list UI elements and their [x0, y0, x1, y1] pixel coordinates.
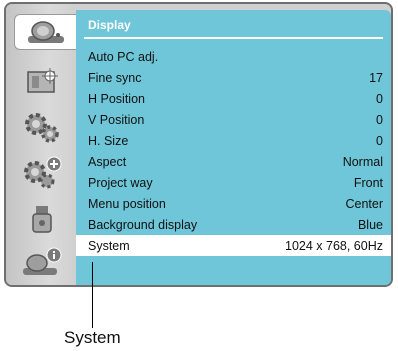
menu-item-value: Normal: [342, 154, 383, 169]
color-adjust-icon: [27, 68, 58, 93]
setting-gear-icon: [25, 113, 59, 143]
title-divider: [84, 37, 383, 39]
menu-sidebar: [6, 4, 78, 285]
menu-item-menu-position[interactable]: Menu position Center: [76, 193, 391, 214]
usb-icon: [32, 206, 52, 233]
expanded-setting-gear-icon: [24, 156, 62, 189]
expanded-setting-menu-tab[interactable]: [16, 156, 68, 190]
menu-item-label: Menu position: [88, 196, 166, 211]
menu-item-system[interactable]: System 1024 x 768, 60Hz: [76, 235, 391, 256]
menu-item-label: Fine sync: [88, 70, 142, 85]
callout-leader-line: [92, 262, 93, 328]
menu-item-label: Aspect: [88, 154, 127, 169]
menu-item-value: 0: [376, 112, 383, 127]
usb-menu-tab[interactable]: [16, 202, 68, 236]
display-menu-tab[interactable]: [14, 14, 77, 50]
projector-osd-menu: Display Auto PC adj. Fine sync 17 H Posi…: [4, 2, 393, 287]
menu-item-h-position[interactable]: H Position 0: [76, 88, 391, 109]
menu-item-label: H Position: [88, 91, 145, 106]
menu-item-aspect[interactable]: Aspect Normal: [76, 151, 391, 172]
menu-item-label: System: [88, 238, 130, 253]
menu-item-value: 1024 x 768, 60Hz: [285, 238, 383, 253]
menu-item-label: Project way: [88, 175, 153, 190]
menu-item-value: 17: [369, 70, 383, 85]
callout-label: System: [64, 328, 121, 347]
info-icon: [23, 247, 62, 275]
menu-item-project-way[interactable]: Project way Front: [76, 172, 391, 193]
info-menu-tab[interactable]: [16, 246, 68, 280]
menu-item-label: V Position: [88, 112, 145, 127]
menu-item-value: Center: [345, 196, 383, 211]
menu-item-h-size[interactable]: H. Size 0: [76, 130, 391, 151]
menu-item-value: 0: [376, 133, 383, 148]
menu-item-value: Front: [353, 175, 383, 190]
menu-item-value: Blue: [357, 217, 383, 232]
setting-menu-tab[interactable]: [16, 110, 68, 144]
menu-item-background-display[interactable]: Background display Blue: [76, 214, 391, 235]
menu-item-label: Background display: [88, 217, 198, 232]
menu-item-fine-sync[interactable]: Fine sync 17: [76, 67, 391, 88]
color-adjust-menu-tab[interactable]: [16, 64, 68, 98]
menu-item-value: 0: [376, 91, 383, 106]
menu-item-auto-pc-adj[interactable]: Auto PC adj.: [76, 46, 391, 67]
panel-title: Display: [88, 18, 131, 32]
menu-item-label: Auto PC adj.: [88, 49, 159, 64]
display-settings-panel: Display Auto PC adj. Fine sync 17 H Posi…: [76, 10, 391, 285]
menu-item-label: H. Size: [88, 133, 129, 148]
display-icon: [28, 21, 64, 43]
menu-item-v-position[interactable]: V Position 0: [76, 109, 391, 130]
